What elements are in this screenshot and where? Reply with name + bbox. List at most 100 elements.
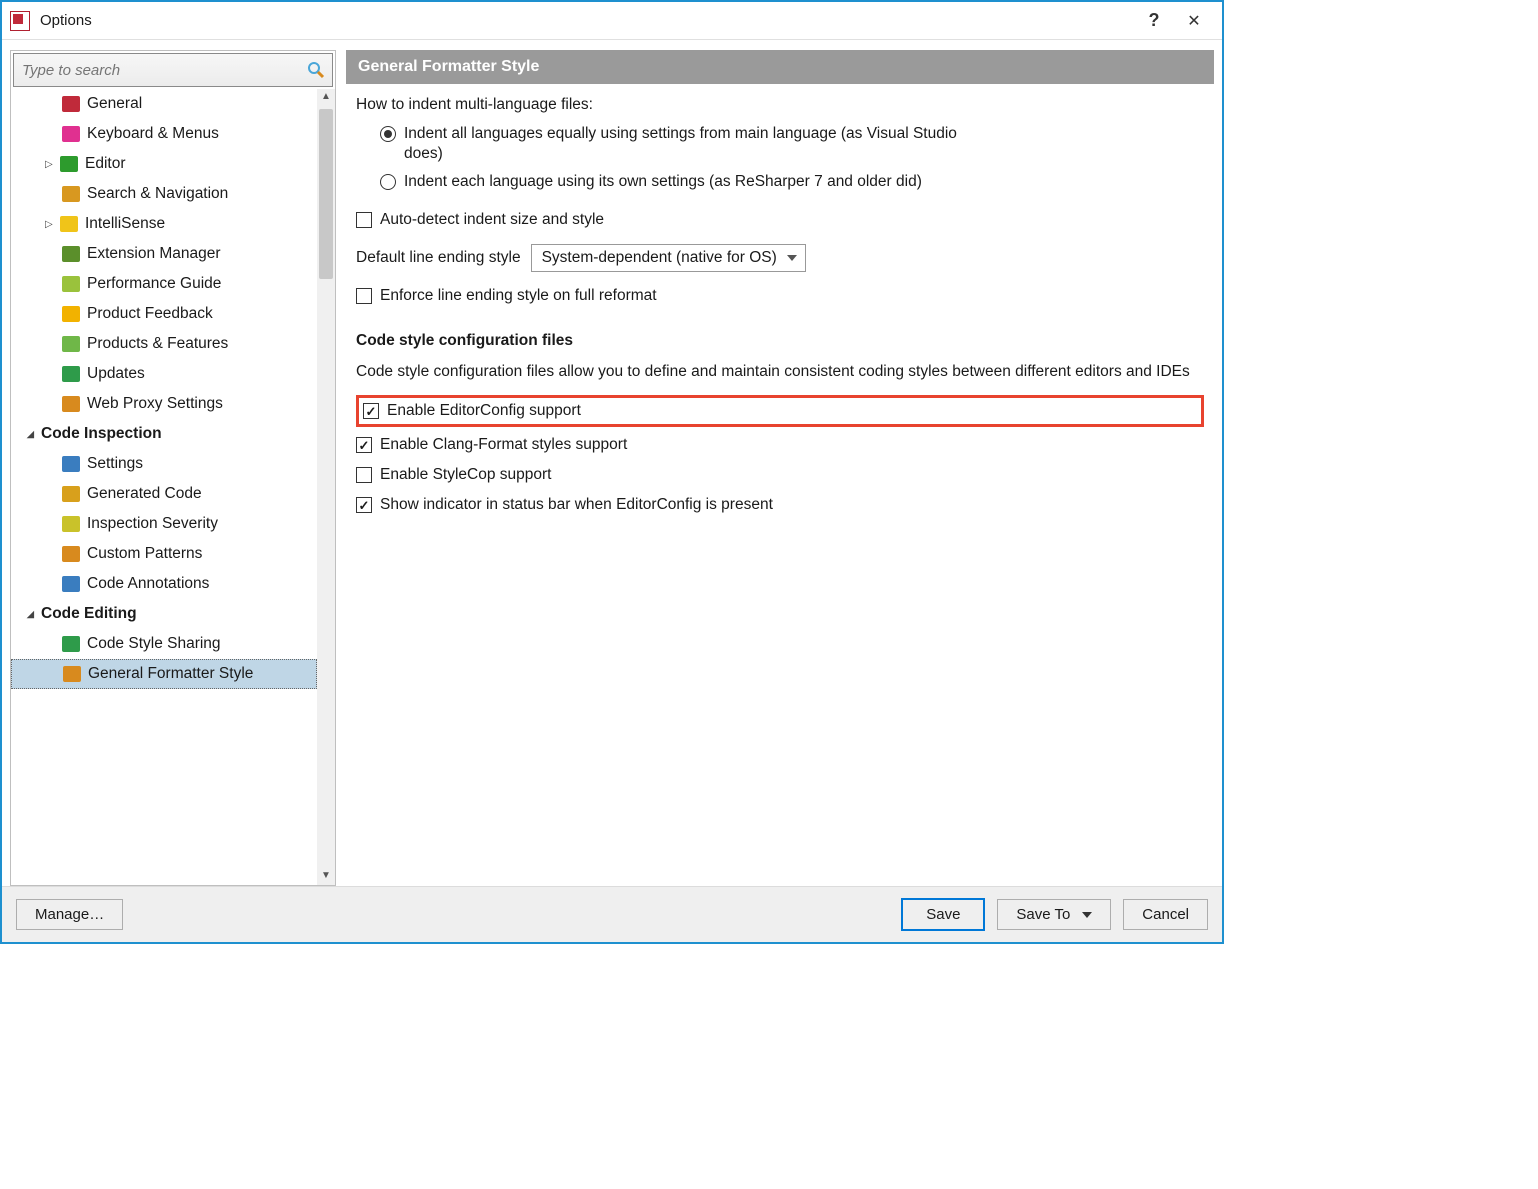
scroll-thumb[interactable] [319, 109, 333, 279]
scroll-down-icon[interactable]: ▼ [321, 868, 331, 883]
tree-item-label: Product Feedback [87, 305, 213, 323]
config-files-header: Code style configuration files [356, 332, 1204, 350]
tree-item-icon [61, 124, 81, 144]
check-enable-editorconfig[interactable]: Enable EditorConfig support [363, 402, 581, 420]
tree-item-label: Editor [85, 155, 126, 173]
expander-icon: ◢ [27, 429, 41, 440]
tree-item-icon [61, 244, 81, 264]
tree-item-label: Settings [87, 455, 143, 473]
tree-item[interactable]: Updates [11, 359, 317, 389]
tree-item-icon [61, 574, 81, 594]
line-ending-label: Default line ending style [356, 249, 521, 267]
save-button[interactable]: Save [901, 898, 985, 931]
dialog-footer: Manage… Save Save To Cancel [2, 886, 1222, 942]
tree-item-icon [61, 304, 81, 324]
tree-item-icon [61, 274, 81, 294]
panel-header: General Formatter Style [346, 50, 1214, 84]
tree-item-icon [62, 664, 82, 684]
expander-icon: ▷ [45, 219, 59, 230]
close-button[interactable]: ✕ [1174, 6, 1214, 36]
tree-item-icon [61, 484, 81, 504]
tree-item[interactable]: Code Style Sharing [11, 629, 317, 659]
config-files-desc: Code style configuration files allow you… [356, 362, 1204, 383]
search-input[interactable] [20, 61, 306, 80]
tree-item[interactable]: Web Proxy Settings [11, 389, 317, 419]
right-panel: General Formatter Style How to indent mu… [346, 50, 1214, 886]
select-value: System-dependent (native for OS) [542, 249, 777, 266]
checkbox-label: Show indicator in status bar when Editor… [380, 496, 773, 514]
radio-indent-own[interactable]: Indent each language using its own setti… [380, 172, 1204, 192]
tree-item-icon [61, 184, 81, 204]
tree-item[interactable]: Search & Navigation [11, 179, 317, 209]
tree-item[interactable]: ▷ IntelliSense [11, 209, 317, 239]
radio-icon [380, 174, 396, 190]
tree-item-icon [61, 544, 81, 564]
window-title: Options [40, 12, 92, 29]
check-enable-stylecop[interactable]: Enable StyleCop support [356, 466, 1204, 484]
line-ending-select[interactable]: System-dependent (native for OS) [531, 244, 806, 272]
checkbox-icon [356, 467, 372, 483]
tree-item[interactable]: Performance Guide [11, 269, 317, 299]
titlebar: Options ? ✕ [2, 2, 1222, 40]
tree-section-label: Code Inspection [41, 425, 162, 443]
check-auto-detect[interactable]: Auto-detect indent size and style [356, 211, 1204, 229]
tree-item[interactable]: Products & Features [11, 329, 317, 359]
tree-scrollbar[interactable]: ▲ ▼ [317, 89, 335, 885]
tree-item[interactable]: Product Feedback [11, 299, 317, 329]
tree-item[interactable]: Extension Manager [11, 239, 317, 269]
tree-item-label: Custom Patterns [87, 545, 202, 563]
resharper-icon [10, 11, 30, 31]
tree-item[interactable]: Keyboard & Menus [11, 119, 317, 149]
expander-icon: ▷ [45, 159, 59, 170]
help-button[interactable]: ? [1134, 6, 1174, 36]
tree-item-label: General Formatter Style [88, 665, 253, 683]
radio-label: Indent all languages equally using setti… [404, 124, 984, 164]
tree-item-icon [61, 94, 81, 114]
tree-item-label: Web Proxy Settings [87, 395, 223, 413]
search-box[interactable] [13, 53, 333, 87]
check-show-indicator[interactable]: Show indicator in status bar when Editor… [356, 496, 1204, 514]
checkbox-icon [363, 403, 379, 419]
tree-item-label: Code Annotations [87, 575, 209, 593]
radio-label: Indent each language using its own setti… [404, 172, 922, 192]
tree-section[interactable]: ◢Code Editing [11, 599, 317, 629]
options-dialog: Options ? ✕ General Keyboard & Menus ▷ Edit… [0, 0, 1224, 944]
tree-item-label: Performance Guide [87, 275, 221, 293]
tree-item[interactable]: Inspection Severity [11, 509, 317, 539]
tree-item[interactable]: ▷ Editor [11, 149, 317, 179]
checkbox-label: Enable EditorConfig support [387, 402, 581, 420]
tree-item-label: IntelliSense [85, 215, 165, 233]
tree-item-icon [61, 334, 81, 354]
cancel-button[interactable]: Cancel [1123, 899, 1208, 930]
tree-item-icon [61, 454, 81, 474]
checkbox-icon [356, 288, 372, 304]
tree-item-label: Updates [87, 365, 145, 383]
indent-label: How to indent multi-language files: [356, 96, 1204, 114]
checkbox-label: Enable StyleCop support [380, 466, 551, 484]
highlight-editorconfig: Enable EditorConfig support [356, 395, 1204, 427]
checkbox-label: Auto-detect indent size and style [380, 211, 604, 229]
tree-item-icon [59, 214, 79, 234]
checkbox-icon [356, 212, 372, 228]
save-to-button[interactable]: Save To [997, 899, 1111, 930]
check-enable-clang[interactable]: Enable Clang-Format styles support [356, 436, 1204, 454]
check-enforce-line-ending[interactable]: Enforce line ending style on full reform… [356, 287, 1204, 305]
tree-item-label: General [87, 95, 142, 113]
tree-section-label: Code Editing [41, 605, 137, 623]
manage-button[interactable]: Manage… [16, 899, 123, 930]
tree-item-label: Generated Code [87, 485, 202, 503]
tree-item-label: Search & Navigation [87, 185, 228, 203]
tree-item-icon [61, 514, 81, 534]
radio-indent-equal[interactable]: Indent all languages equally using setti… [380, 124, 1204, 164]
tree-item-label: Extension Manager [87, 245, 221, 263]
tree-item-label: Inspection Severity [87, 515, 218, 533]
tree-item[interactable]: General [11, 89, 317, 119]
tree-item[interactable]: Settings [11, 449, 317, 479]
tree-item[interactable]: General Formatter Style [11, 659, 317, 689]
tree-item[interactable]: Generated Code [11, 479, 317, 509]
tree-item-label: Keyboard & Menus [87, 125, 219, 143]
tree-section[interactable]: ◢Code Inspection [11, 419, 317, 449]
tree-item[interactable]: Custom Patterns [11, 539, 317, 569]
tree-item[interactable]: Code Annotations [11, 569, 317, 599]
scroll-up-icon[interactable]: ▲ [321, 89, 331, 104]
